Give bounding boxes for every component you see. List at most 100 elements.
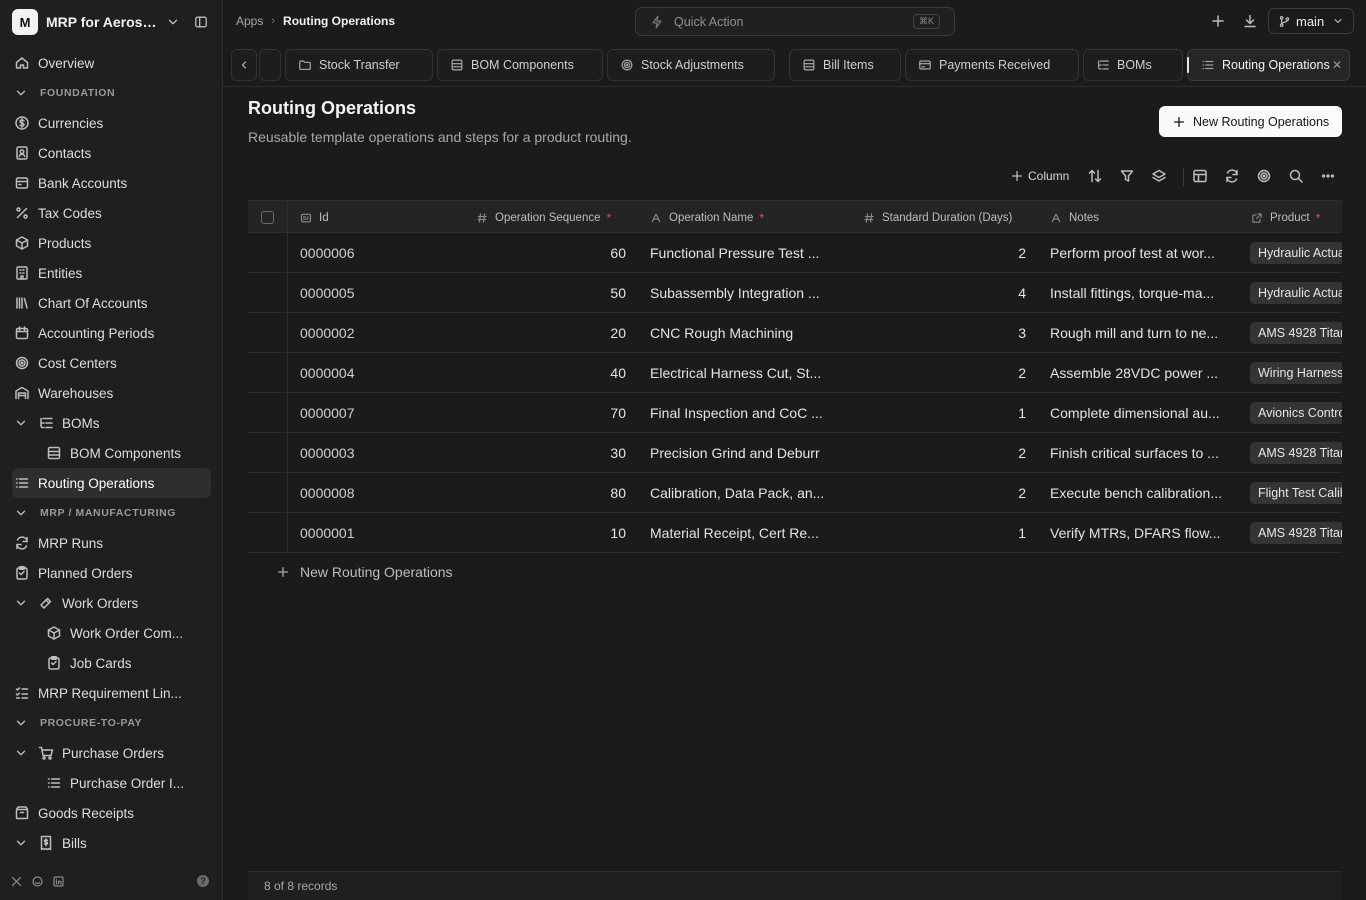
sidebar-toggle-icon[interactable] [194, 15, 208, 29]
linkedin-icon[interactable] [52, 875, 65, 888]
cell-id[interactable]: 0000002 [300, 313, 460, 353]
cell-notes[interactable]: Execute bench calibration... [1050, 473, 1240, 513]
sidebar-section-mrp-manufacturing[interactable]: MRP / MANUFACTURING [12, 498, 211, 528]
cell-id[interactable]: 0000003 [300, 433, 460, 473]
column-header-product[interactable]: Product * [1251, 201, 1320, 234]
table-row[interactable]: 0000008 80 Calibration, Data Pack, an... 2 E… [248, 473, 1342, 513]
breadcrumb-apps[interactable]: Apps [236, 14, 263, 28]
column-header-operation-sequence[interactable]: Operation Sequence * [476, 201, 611, 234]
cell-product[interactable]: Hydraulic Actua [1250, 233, 1342, 273]
cell-operation-name[interactable]: Subassembly Integration ... [650, 273, 850, 313]
cell-operation-name[interactable]: CNC Rough Machining [650, 313, 850, 353]
target-icon[interactable] [1256, 168, 1272, 184]
filter-icon[interactable] [1119, 168, 1135, 184]
cell-notes[interactable]: Assemble 28VDC power ... [1050, 353, 1240, 393]
product-link-pill[interactable]: AMS 4928 Titan [1250, 522, 1342, 544]
table-row[interactable]: 0000003 30 Precision Grind and Deburr 2 Fini… [248, 433, 1342, 473]
cell-standard-duration[interactable]: 1 [863, 393, 1026, 433]
row-select-cell[interactable] [248, 433, 288, 473]
tab-overflow[interactable] [259, 49, 281, 81]
table-row[interactable]: 0000004 40 Electrical Harness Cut, St... 2 A… [248, 353, 1342, 393]
sidebar-item-purchase-order-i[interactable]: Purchase Order I... [12, 768, 211, 798]
cell-standard-duration[interactable]: 2 [863, 433, 1026, 473]
sidebar-section-procure-to-pay[interactable]: PROCURE-TO-PAY [12, 708, 211, 738]
quick-action-search[interactable]: Quick Action ⌘K [635, 7, 955, 36]
cell-operation-sequence[interactable]: 40 [476, 353, 626, 393]
sidebar-item-work-orders[interactable]: Work Orders [12, 588, 211, 618]
help-icon[interactable]: ? [197, 875, 209, 887]
add-column-button[interactable]: Column [1010, 169, 1069, 183]
table-row[interactable]: 0000002 20 CNC Rough Machining 3 Rough mill … [248, 313, 1342, 353]
table-row[interactable]: 0000005 50 Subassembly Integration ... 4 Ins… [248, 273, 1342, 313]
select-all-checkbox[interactable] [261, 211, 274, 224]
cell-operation-name[interactable]: Material Receipt, Cert Re... [650, 513, 850, 553]
cell-operation-name[interactable]: Functional Pressure Test ... [650, 233, 850, 273]
cell-notes[interactable]: Rough mill and turn to ne... [1050, 313, 1240, 353]
sidebar-item-routing-operations[interactable]: Routing Operations [12, 468, 211, 498]
cell-notes[interactable]: Perform proof test at wor... [1050, 233, 1240, 273]
cell-id[interactable]: 0000001 [300, 513, 460, 553]
cell-operation-name[interactable]: Precision Grind and Deburr [650, 433, 850, 473]
product-link-pill[interactable]: Hydraulic Actua [1250, 242, 1342, 264]
sidebar-item-cost-centers[interactable]: Cost Centers [12, 348, 211, 378]
table-row[interactable]: 0000006 60 Functional Pressure Test ... 2 Pe… [248, 233, 1342, 273]
x-social-icon[interactable] [10, 875, 23, 888]
cell-product[interactable]: AMS 4928 Titan [1250, 433, 1342, 473]
cell-product[interactable]: AMS 4928 Titan [1250, 313, 1342, 353]
tab-stock-transfer[interactable]: Stock Transfer [285, 49, 433, 81]
cell-standard-duration[interactable]: 4 [863, 273, 1026, 313]
chevron-down-icon[interactable] [166, 15, 180, 29]
cell-operation-name[interactable]: Calibration, Data Pack, an... [650, 473, 850, 513]
refresh-icon[interactable] [1224, 168, 1240, 184]
sidebar-item-overview[interactable]: Overview [12, 48, 211, 78]
row-select-cell[interactable] [248, 233, 288, 273]
cell-operation-sequence[interactable]: 70 [476, 393, 626, 433]
cell-product[interactable]: Avionics Contro [1250, 393, 1342, 433]
sidebar-item-boms[interactable]: BOMs [12, 408, 211, 438]
search-icon[interactable] [1288, 168, 1304, 184]
tab-stock-adjustments[interactable]: Stock Adjustments [607, 49, 775, 81]
cell-operation-name[interactable]: Final Inspection and CoC ... [650, 393, 850, 433]
cell-notes[interactable]: Verify MTRs, DFARS flow... [1050, 513, 1240, 553]
column-header-id[interactable]: Id [300, 201, 329, 234]
sidebar-item-bom-components[interactable]: BOM Components [12, 438, 211, 468]
cell-id[interactable]: 0000008 [300, 473, 460, 513]
sidebar-item-work-order-com[interactable]: Work Order Com... [12, 618, 211, 648]
cell-operation-sequence[interactable]: 10 [476, 513, 626, 553]
layers-icon[interactable] [1151, 168, 1167, 184]
tabs-scroll-left-button[interactable] [231, 49, 257, 81]
cell-standard-duration[interactable]: 1 [863, 513, 1026, 553]
cell-standard-duration[interactable]: 2 [863, 233, 1026, 273]
sidebar-item-mrp-requirement-lin[interactable]: MRP Requirement Lin... [12, 678, 211, 708]
cell-product[interactable]: Wiring Harness [1250, 353, 1342, 393]
tab-bill-items[interactable]: Bill Items [789, 49, 901, 81]
add-routing-operation-row[interactable]: New Routing Operations [276, 564, 453, 580]
sidebar-item-accounting-periods[interactable]: Accounting Periods [12, 318, 211, 348]
table-layout-icon[interactable] [1192, 168, 1208, 184]
cell-operation-sequence[interactable]: 30 [476, 433, 626, 473]
sidebar-item-entities[interactable]: Entities [12, 258, 211, 288]
sidebar-item-bank-accounts[interactable]: Bank Accounts [12, 168, 211, 198]
discord-icon[interactable] [31, 875, 44, 888]
close-tab-icon[interactable]: ✕ [1332, 58, 1342, 72]
workspace-switcher[interactable]: M MRP for Aerosp... [12, 8, 212, 36]
product-link-pill[interactable]: Avionics Contro [1250, 402, 1342, 424]
cell-notes[interactable]: Finish critical surfaces to ... [1050, 433, 1240, 473]
sidebar-section-foundation[interactable]: FOUNDATION [12, 78, 211, 108]
row-select-cell[interactable] [248, 393, 288, 433]
cell-id[interactable]: 0000005 [300, 273, 460, 313]
table-row[interactable]: 0000001 10 Material Receipt, Cert Re... 1 Ve… [248, 513, 1342, 553]
row-select-cell[interactable] [248, 513, 288, 553]
tab-routing-operations[interactable]: Routing Operations ✕ [1187, 49, 1350, 81]
cell-operation-sequence[interactable]: 20 [476, 313, 626, 353]
plus-icon[interactable] [1210, 13, 1226, 29]
product-link-pill[interactable]: Flight Test Calib [1250, 482, 1342, 504]
tab-payments-received[interactable]: Payments Received [905, 49, 1079, 81]
tab-boms[interactable]: BOMs [1083, 49, 1183, 81]
row-select-cell[interactable] [248, 273, 288, 313]
sidebar-item-mrp-runs[interactable]: MRP Runs [12, 528, 211, 558]
column-header-standard-duration-days[interactable]: Standard Duration (Days) [863, 201, 1012, 234]
cell-notes[interactable]: Complete dimensional au... [1050, 393, 1240, 433]
sidebar-item-chart-of-accounts[interactable]: Chart Of Accounts [12, 288, 211, 318]
row-select-cell[interactable] [248, 313, 288, 353]
